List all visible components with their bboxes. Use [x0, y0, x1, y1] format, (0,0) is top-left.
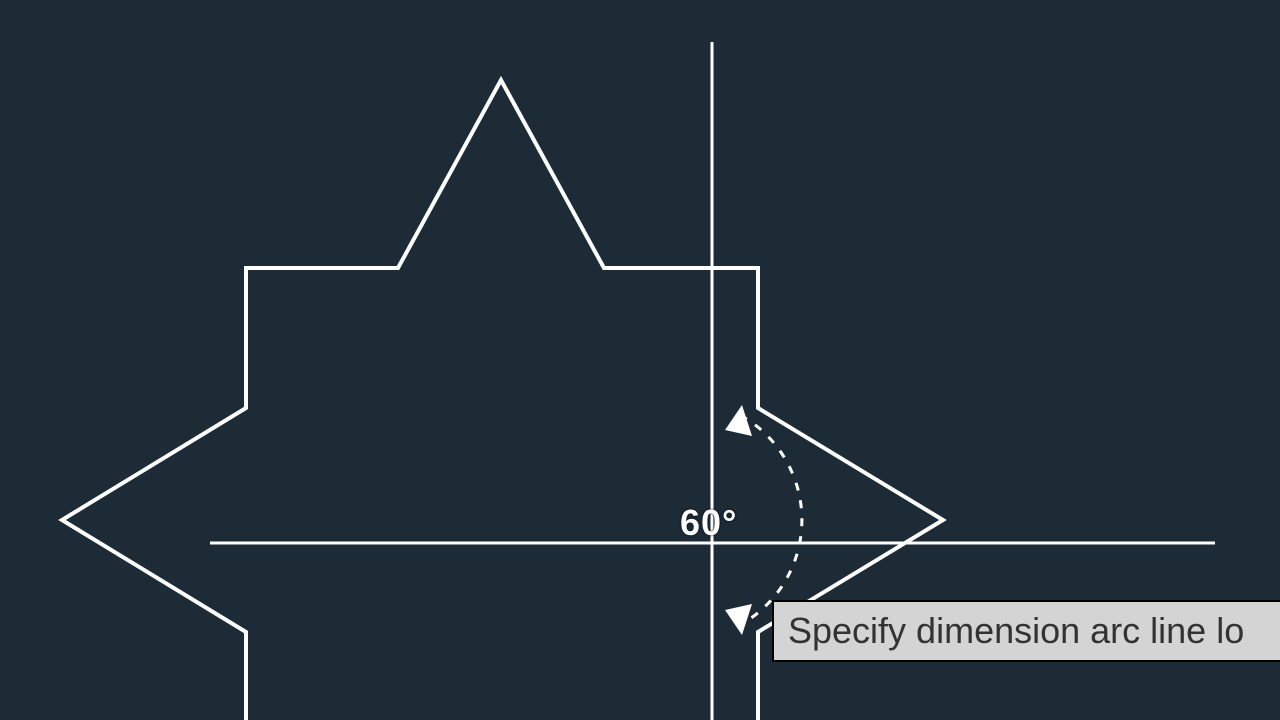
drawing-canvas[interactable]: 60° Specify dimension arc line lo — [0, 0, 1280, 720]
angle-dimension-label: 60° — [680, 502, 737, 544]
dimension-arrow-top — [725, 405, 752, 436]
command-prompt-tooltip[interactable]: Specify dimension arc line lo — [772, 600, 1280, 662]
dimension-arc — [740, 415, 802, 625]
dimension-arrow-bottom — [725, 604, 752, 635]
